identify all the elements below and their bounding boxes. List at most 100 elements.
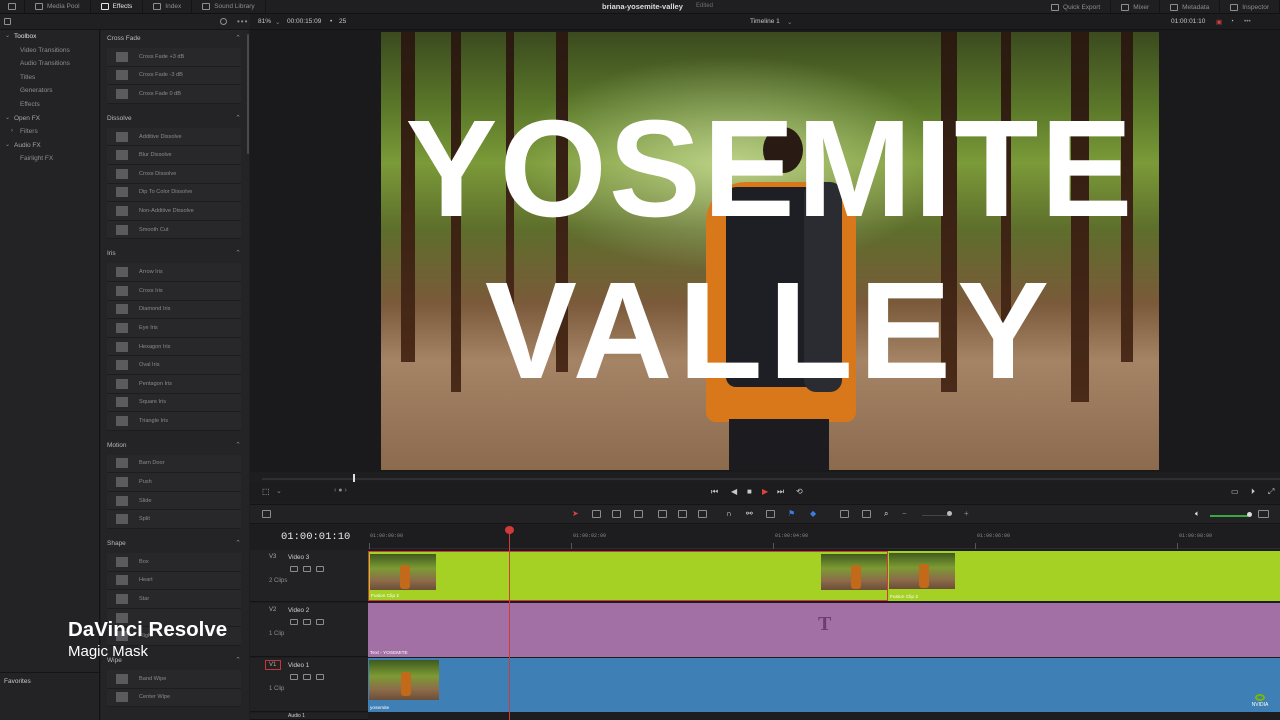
full-screen-icon[interactable]: ▭ [1231,487,1239,496]
sound-library-tab[interactable]: Sound Library [192,0,266,14]
chevron-down-icon[interactable]: ⌄ [787,18,792,26]
viewer-scrubber[interactable] [262,478,1280,480]
zoom-detail-icon[interactable] [862,510,871,518]
sidebar-item-titles[interactable]: Titles [0,71,99,85]
loop-icon[interactable]: ⟲ [796,487,803,496]
effect-item[interactable]: Cross Iris [107,281,241,301]
zoom-custom-icon[interactable]: ⌕ [884,509,888,519]
effect-item[interactable]: Push [107,473,241,492]
effect-item[interactable]: Diamond Iris [107,300,241,320]
track-name[interactable]: Video 2 [288,607,309,614]
timeline-clip-video[interactable]: yosemite [368,658,1280,712]
effects-section-header[interactable]: Cross Fade ⌃ [101,30,249,48]
sidebar-item-audio-fx[interactable]: ⌄ Audio FX [0,139,99,153]
auto-select-icon[interactable] [303,619,311,625]
track-name[interactable]: Audio 1 [288,713,305,719]
timeline-clip-fusion-1[interactable]: Fusion Clip 2 [368,551,888,601]
effect-item[interactable]: Triangle Iris [107,412,241,431]
effect-item[interactable]: Pentagon Iris [107,374,241,394]
mixer-tab[interactable]: Mixer [1111,0,1161,14]
reverse-play-icon[interactable]: ◀ [731,487,737,496]
timeline-clip-fusion-2[interactable]: Fusion Clip 2 [888,551,1280,601]
effect-item[interactable]: Box [107,553,241,572]
zoom-slider-track[interactable] [922,515,950,516]
link-icon[interactable]: ⚯ [746,509,753,518]
effects-section-header[interactable]: Dissolve ⌃ [101,110,249,128]
zoom-in-icon[interactable]: + [964,509,969,518]
effect-item[interactable]: Oval Iris [107,356,241,375]
lock-track-icon[interactable] [290,566,298,572]
effect-item[interactable]: Slide [107,491,241,511]
index-tab[interactable]: Index [143,0,193,14]
effects-section-header[interactable]: Shape ⌃ [101,535,249,553]
metadata-tab[interactable]: Metadata [1160,0,1221,14]
effect-item[interactable]: Non-Additive Dissolve [107,202,241,221]
chevron-up-icon[interactable]: ⌃ [235,652,241,670]
lock-track-icon[interactable] [290,674,298,680]
lock-track-icon[interactable] [290,619,298,625]
overwrite-clip-icon[interactable] [678,510,687,518]
zoom-slider-handle[interactable] [947,511,952,516]
auto-select-icon[interactable] [303,674,311,680]
go-to-end-icon[interactable]: ⏭ [777,487,784,497]
quick-export-tab[interactable]: Quick Export [1041,0,1112,14]
sidebar-item-toolbox[interactable]: ⌄ Toolbox [0,30,99,44]
effects-section-header[interactable]: Iris ⌃ [101,245,249,263]
effect-item[interactable]: Barn Door [107,454,241,474]
chevron-down-icon[interactable]: ⌄ [275,18,280,26]
sidebar-item-filters[interactable]: › Filters [0,125,99,139]
track-enable-icon[interactable] [316,619,324,625]
expand-icon[interactable]: ⤢ [1268,487,1274,497]
effect-item[interactable]: Eye Iris [107,319,241,338]
chevron-up-icon[interactable]: ⌃ [235,245,241,263]
blade-tool-icon[interactable] [634,510,643,518]
dynamic-trim-icon[interactable] [612,510,621,518]
effect-item[interactable]: Square Iris [107,393,241,413]
more-options-icon[interactable]: ••• [1244,18,1251,25]
timeline-clip-text[interactable]: T Text - YOSEMITE [368,603,1280,657]
viewer-options-icon[interactable]: ▣ [1216,18,1222,26]
favorites-header[interactable]: Favorites [0,672,100,690]
effect-item[interactable]: Blur Dissolve [107,146,241,165]
sidebar-item-effects[interactable]: Effects [0,98,99,112]
track-enable-icon[interactable] [316,674,324,680]
search-icon[interactable] [220,18,227,25]
effect-item[interactable]: Heart [107,571,241,591]
effects-scrollbar[interactable] [247,34,249,154]
timeline-name[interactable]: Timeline 1 [750,18,780,25]
sidebar-item-generators[interactable]: Generators [0,84,99,98]
chevron-up-icon[interactable]: ⌃ [235,437,241,455]
sidebar-item-audio-transitions[interactable]: Audio Transitions [0,57,99,71]
timeline-playhead[interactable] [509,528,510,720]
trim-tool-icon[interactable] [592,510,601,518]
track-header-v3[interactable]: V3 Video 3 2 Clips [250,550,368,602]
zoom-out-icon[interactable]: − [902,509,907,518]
next-frame-icon[interactable]: ⏵ [1251,487,1255,497]
insert-clip-icon[interactable] [658,510,667,518]
more-options-icon[interactable]: ••• [237,17,248,26]
jog-control-icon[interactable]: ‹ ● › [334,487,347,494]
go-to-start-icon[interactable]: ⏮ [711,487,718,497]
auto-select-icon[interactable] [303,566,311,572]
timeline-options-icon[interactable] [262,510,271,518]
replace-clip-icon[interactable] [698,510,707,518]
effect-item[interactable]: Center Wipe [107,688,241,708]
volume-handle[interactable] [1247,512,1252,517]
stop-icon[interactable]: ■ [747,487,752,496]
effect-item[interactable]: Cross Fade 0 dB [107,85,241,104]
inspector-tab[interactable]: Inspector [1220,0,1280,14]
effect-item[interactable]: Split [107,510,241,530]
selection-tool-icon[interactable]: ➤ [572,509,579,518]
zoom-level[interactable]: 81% [258,18,271,25]
chevron-down-icon[interactable]: ⌄ [276,487,282,495]
chevron-up-icon[interactable]: ⌃ [235,535,241,553]
track-header-v2[interactable]: V2 Video 2 1 Clip [250,603,368,657]
flag-icon[interactable]: ⚑ [788,509,795,518]
audio-meter-icon[interactable] [1258,510,1269,518]
effects-section-header[interactable]: Motion ⌃ [101,437,249,455]
effect-item[interactable]: Band Wipe [107,670,241,689]
sidebar-item-open-fx[interactable]: ⌄ Open FX [0,112,99,126]
lock-icon[interactable] [766,510,775,518]
effect-item[interactable]: Hexagon Iris [107,337,241,357]
effect-item[interactable]: Additive Dissolve [107,127,241,147]
